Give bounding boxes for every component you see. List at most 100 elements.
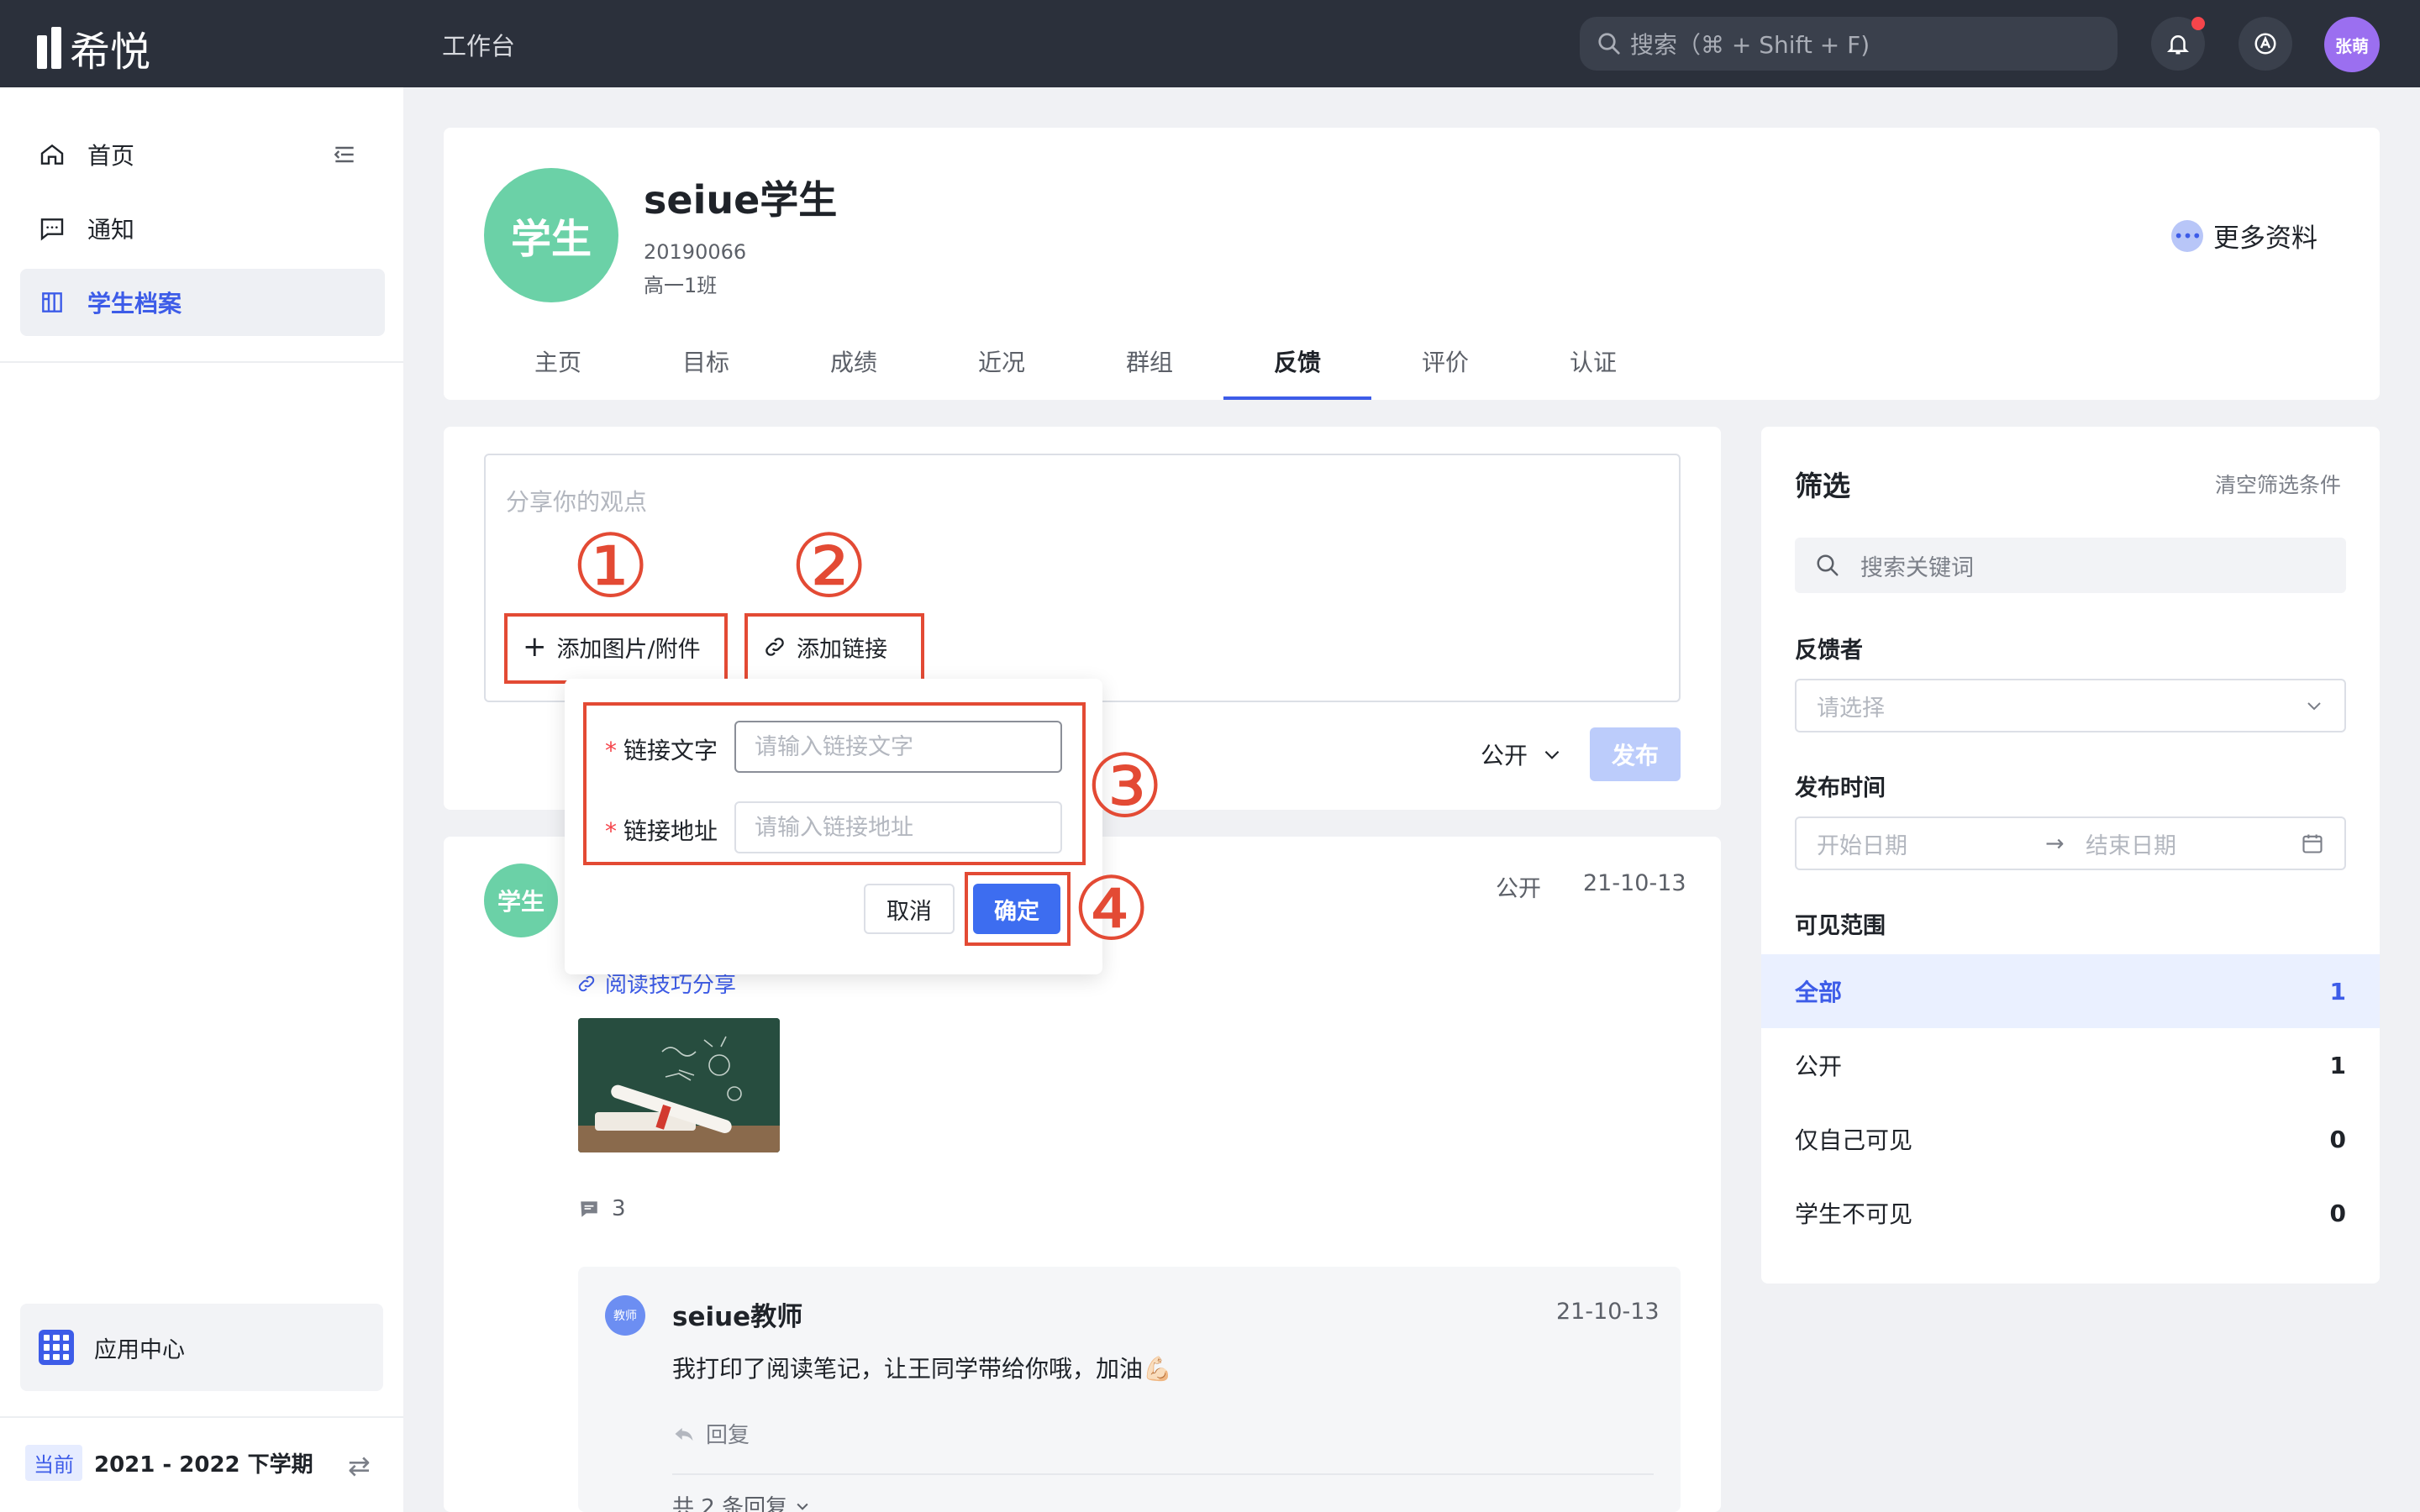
bell-icon [2166, 35, 2190, 55]
post-visibility: 公开 [1496, 876, 1541, 902]
scope-item-all[interactable]: 全部 1 [1761, 954, 2380, 1028]
scope-count: 0 [2329, 1125, 2346, 1153]
brand-logo[interactable]: 希悦 [37, 18, 150, 77]
visibility-scope-label: 可见范围 [1795, 913, 1886, 939]
student-class: 高一1班 [644, 274, 718, 297]
collapse-sidebar-icon[interactable] [331, 141, 358, 171]
scope-count: 1 [2329, 1051, 2346, 1079]
scope-label: 学生不可见 [1795, 1200, 1913, 1228]
feedbacker-select[interactable]: 请选择 [1795, 679, 2346, 732]
reply-label: 回复 [706, 1423, 750, 1448]
sidebar-item-home[interactable]: 首页 [20, 121, 385, 188]
chevron-down-icon [1544, 750, 1560, 759]
search-icon [1598, 33, 1620, 55]
reply-divider [672, 1473, 1654, 1475]
term-selector[interactable]: 当前 2021 - 2022 下学期 [25, 1445, 313, 1481]
tab-grades[interactable]: 成绩 [780, 343, 928, 400]
scope-item-self-only[interactable]: 仅自己可见 0 [1761, 1102, 2380, 1176]
teacher-avatar: 教师 [605, 1295, 645, 1336]
tab-recent[interactable]: 近况 [928, 343, 1076, 400]
post-image-thumbnail[interactable] [578, 1018, 780, 1152]
tab-evaluation[interactable]: 评价 [1371, 343, 1519, 400]
start-date: 开始日期 [1817, 832, 1907, 859]
switch-term-icon[interactable]: ⇄ [348, 1450, 371, 1482]
app-center-button[interactable]: 应用中心 [20, 1304, 383, 1391]
sidebar-item-label: 通知 [87, 216, 135, 244]
search-icon [1817, 554, 1839, 576]
more-info-button[interactable]: ••• 更多资料 [2171, 217, 2317, 255]
term-label: 2021 - 2022 下学期 [94, 1452, 313, 1478]
brand-name: 希悦 [70, 29, 151, 76]
reply-text: 我打印了阅读笔记，让王同学带给你哦，加油💪🏻 [672, 1355, 1172, 1383]
annotation-marker-2: ② [790, 515, 869, 617]
cancel-button[interactable]: 取消 [864, 884, 955, 934]
compose-placeholder: 分享你的观点 [506, 488, 648, 516]
chevron-down-icon [797, 1503, 808, 1510]
keyword-search-input[interactable]: 搜索关键词 [1795, 538, 2346, 593]
tab-certification[interactable]: 认证 [1519, 343, 1667, 400]
filter-title: 筛选 [1795, 470, 1850, 502]
sidebar-item-notice[interactable]: 通知 [20, 195, 385, 262]
publish-button[interactable]: 发布 [1590, 727, 1681, 781]
post-date: 21-10-13 [1583, 870, 1686, 896]
annotation-box-3 [583, 702, 1086, 865]
tab-groups[interactable]: 群组 [1076, 343, 1223, 400]
reply-button[interactable]: 回复 [672, 1418, 750, 1449]
date-range-picker[interactable]: 开始日期 → 结束日期 [1795, 816, 2346, 870]
more-replies-label: 共 2 条回复 [672, 1495, 788, 1512]
chalkboard-image [578, 1018, 780, 1152]
sidebar-item-label: 学生档案 [87, 290, 182, 318]
post-author-avatar: 学生 [484, 864, 558, 937]
global-search[interactable]: 搜索（⌘ + Shift + F) [1580, 17, 2118, 71]
notification-dot [2191, 17, 2205, 30]
arrow-right-icon: → [2045, 830, 2065, 857]
student-avatar: 学生 [484, 168, 618, 302]
link-icon [578, 975, 595, 991]
message-icon [40, 218, 64, 241]
scope-item-public[interactable]: 公开 1 [1761, 1028, 2380, 1102]
scope-item-hidden-from-student[interactable]: 学生不可见 0 [1761, 1176, 2380, 1250]
comment-count-value: 3 [612, 1196, 626, 1221]
app-center-label: 应用中心 [94, 1336, 185, 1363]
annotation-marker-3: ③ [1086, 735, 1165, 837]
app-grid-icon [39, 1330, 74, 1365]
calendar-icon [2302, 834, 2323, 853]
visibility-select[interactable]: 公开 [1481, 738, 1563, 771]
workbench-link[interactable]: 工作台 [442, 27, 515, 62]
end-date: 结束日期 [2086, 832, 2176, 859]
reply-icon [675, 1427, 693, 1441]
tab-home[interactable]: 主页 [484, 343, 632, 400]
publish-time-label: 发布时间 [1795, 775, 1886, 801]
clear-filter-link[interactable]: 清空筛选条件 [2215, 469, 2341, 499]
tab-goals[interactable]: 目标 [632, 343, 780, 400]
student-id: 20190066 [644, 240, 747, 264]
scope-count: 1 [2329, 977, 2346, 1005]
reply-author: seiue教师 [672, 1302, 803, 1332]
sidebar-item-label: 首页 [87, 142, 135, 170]
comment-icon [581, 1201, 597, 1217]
more-replies-toggle[interactable]: 共 2 条回复 [672, 1490, 811, 1512]
more-info-label: 更多资料 [2213, 223, 2317, 254]
home-icon [40, 144, 64, 165]
profile-tabs: 主页 目标 成绩 近况 群组 反馈 评价 认证 [484, 343, 1667, 400]
scope-label: 仅自己可见 [1795, 1126, 1913, 1154]
sidebar-divider [0, 1416, 403, 1418]
search-placeholder: 搜索（⌘ + Shift + F) [1630, 31, 1870, 59]
student-name: seiue学生 [644, 177, 838, 223]
tab-feedback[interactable]: 反馈 [1223, 343, 1371, 400]
keyword-placeholder: 搜索关键词 [1860, 554, 1974, 581]
feedbacker-label: 反馈者 [1795, 638, 1863, 664]
user-avatar[interactable]: 张萌 [2324, 17, 2380, 72]
reply-date: 21-10-13 [1556, 1299, 1660, 1325]
sidebar-divider [0, 361, 403, 363]
assistant-button[interactable] [2238, 17, 2292, 71]
comment-count[interactable]: 3 [578, 1196, 626, 1221]
scope-label: 公开 [1795, 1053, 1843, 1080]
visibility-value: 公开 [1481, 742, 1528, 769]
scope-count: 0 [2329, 1199, 2346, 1227]
scope-label: 全部 [1795, 979, 1843, 1006]
chevron-down-icon [2307, 702, 2321, 711]
annotation-box-4 [965, 872, 1071, 946]
sidebar-item-student-archive[interactable]: 学生档案 [20, 269, 385, 336]
annotation-marker-1: ① [571, 515, 650, 617]
